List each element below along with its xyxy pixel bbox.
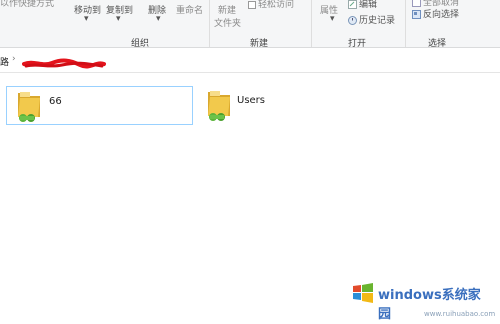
edit-icon [348, 0, 357, 9]
new-folder-button[interactable]: 文件夹 [214, 16, 241, 29]
breadcrumb-separator: › [12, 54, 16, 64]
history-label: 历史记录 [359, 16, 396, 26]
easy-access-button[interactable]: 轻松访问 [248, 0, 294, 10]
rename-button[interactable]: 重命名 [176, 3, 203, 16]
invert-selection-button[interactable]: 反向选择 [412, 7, 459, 20]
new-item-button[interactable]: 新建 [218, 3, 236, 16]
windows-logo-icon [353, 283, 373, 303]
invert-selection-icon [412, 10, 421, 19]
group-divider [405, 0, 406, 47]
chevron-down-icon: ▾ [330, 14, 335, 24]
group-divider [209, 0, 210, 47]
file-item-66[interactable]: 66 [6, 86, 193, 125]
shared-folder-icon [18, 92, 40, 122]
checkbox-icon [248, 0, 256, 9]
history-button[interactable]: 历史记录 [348, 13, 395, 26]
paste-shortcut-button[interactable]: 以作快捷方式 [0, 0, 54, 9]
chevron-down-icon: ▾ [84, 14, 89, 24]
easy-access-label: 轻松访问 [258, 0, 295, 10]
ribbon: 以作快捷方式 移动到 复制到 ▾ ▾ 删除 ▾ 重命名 新建 文件夹 轻松访问 … [0, 0, 500, 49]
invert-selection-label: 反向选择 [423, 10, 460, 20]
properties-button[interactable]: 属性 [320, 3, 338, 16]
watermark-url: www.ruihuabao.com [424, 310, 496, 318]
watermark: windows系统家园 www.ruihuabao.com [352, 278, 496, 322]
edit-button[interactable]: 编辑 [348, 0, 377, 10]
file-item-users[interactable]: Users [197, 86, 382, 123]
file-name: 66 [49, 96, 62, 107]
shared-folder-icon [208, 91, 230, 121]
breadcrumb-root[interactable]: 路 [0, 55, 9, 68]
file-name: Users [237, 95, 266, 106]
chevron-down-icon: ▾ [116, 14, 121, 24]
select-none-icon [412, 0, 421, 7]
edit-label: 编辑 [359, 0, 378, 10]
chevron-down-icon: ▾ [156, 14, 161, 24]
history-icon [348, 16, 357, 25]
redaction-scribble [22, 58, 106, 69]
group-divider [311, 0, 312, 47]
